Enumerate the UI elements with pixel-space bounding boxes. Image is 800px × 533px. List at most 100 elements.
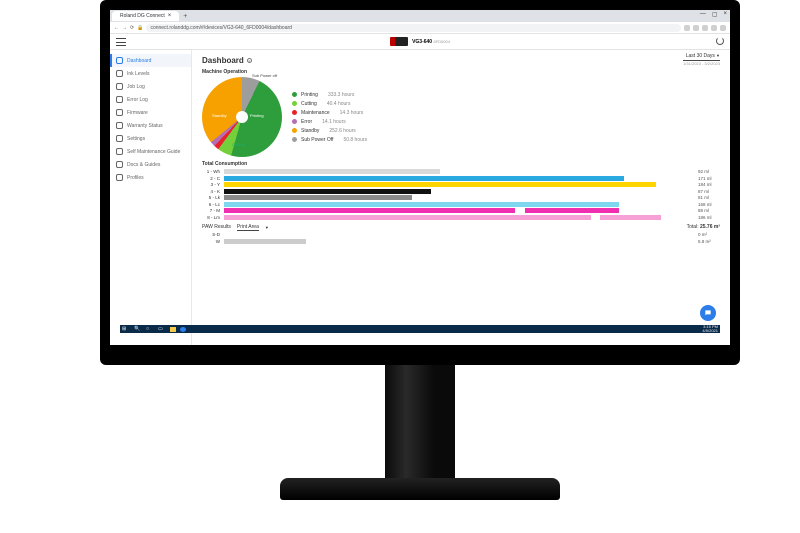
reload-icon[interactable]: ⟳ xyxy=(130,25,134,31)
device-serial: 6FD0004 xyxy=(433,39,449,44)
new-tab-button[interactable]: + xyxy=(183,13,187,20)
legend-item: Cutting40.4 hours xyxy=(292,101,367,107)
sidebar-item-label: Settings xyxy=(127,136,145,142)
main-content: Dashboard ? Last 30 Days 1/31/2023 - 3/2… xyxy=(192,50,730,345)
sidebar-item-dashboard[interactable]: Dashboard xyxy=(110,54,191,67)
bar-value: 168 ml xyxy=(698,202,720,207)
minimize-icon[interactable]: — xyxy=(700,11,706,18)
paw-rows: S-D0 m²W5.8 m² xyxy=(202,232,720,244)
bar-track xyxy=(224,182,694,187)
sidebar-item-settings[interactable]: Settings xyxy=(110,132,191,145)
legend-item: Sub Power Off50.8 hours xyxy=(292,137,367,143)
chevron-down-icon[interactable]: ▼ xyxy=(265,225,269,230)
sidebar-item-firmware[interactable]: Firmware xyxy=(110,106,191,119)
bar-track xyxy=(224,215,694,220)
paw-value: 5.8 m² xyxy=(698,239,720,244)
close-icon[interactable]: × xyxy=(168,13,172,19)
legend-dot xyxy=(292,101,297,106)
taskview-icon[interactable]: ▭ xyxy=(158,326,166,332)
pie-label-suboff: Sub Power off xyxy=(252,73,277,78)
search-icon[interactable]: 🔍 xyxy=(134,326,142,332)
bar-label: 5 - Lk xyxy=(202,195,220,200)
start-icon[interactable]: ⊞ xyxy=(122,326,130,332)
paw-total: Total: 25.76 m² xyxy=(687,224,720,230)
extension-icon[interactable] xyxy=(711,25,717,31)
extension-icon[interactable] xyxy=(684,25,690,31)
paw-label: S-D xyxy=(202,232,220,237)
sidebar-item-label: Ink Levels xyxy=(127,71,150,77)
menu-icon[interactable] xyxy=(116,38,126,46)
info-icon[interactable]: ? xyxy=(247,58,252,63)
back-icon[interactable]: ← xyxy=(114,25,119,31)
paw-fill xyxy=(224,239,306,244)
sidebar-item-ink-levels[interactable]: Ink Levels xyxy=(110,67,191,80)
monitor-stand-base xyxy=(280,478,560,500)
sidebar-item-warranty-status[interactable]: Warranty Status xyxy=(110,119,191,132)
bar-label: 8 - Lm xyxy=(202,215,220,220)
menu-dots-icon[interactable] xyxy=(720,25,726,31)
maximize-icon[interactable]: ▢ xyxy=(712,11,718,18)
bar-track xyxy=(224,208,694,213)
paw-selector[interactable]: Print Area xyxy=(237,224,259,231)
sidebar-item-error-log[interactable]: Error Log xyxy=(110,93,191,106)
forward-icon[interactable]: → xyxy=(122,25,127,31)
bar-value: 88 ml xyxy=(698,208,720,213)
paw-section: PAW Results Print Area ▼ Total: 25.76 m²… xyxy=(202,224,720,244)
ink-icon xyxy=(116,70,123,77)
windows-taskbar[interactable]: ⊞ 🔍 ○ ▭ 3:15 PM 4/5/2021 xyxy=(120,325,720,333)
period-range: 1/31/2023 - 3/2/2023 xyxy=(683,61,720,66)
legend-dot xyxy=(292,110,297,115)
consumption-bars: 1 - Wh92 ml2 - C171 ml3 - Y184 ml4 - K87… xyxy=(202,169,720,220)
paw-title: PAW Results xyxy=(202,224,231,230)
url-field[interactable]: connect.rolanddg.com/#/devices/VG3-640_6… xyxy=(146,24,681,32)
paw-value: 0 m² xyxy=(698,232,720,237)
paw-track xyxy=(224,239,694,244)
consumption-bar: 8 - Lm186 ml xyxy=(202,215,720,220)
machine-operation-row: Printing Standby Cutting Sub Power off P… xyxy=(202,77,720,157)
bar-value: 171 ml xyxy=(698,176,720,181)
device-header[interactable]: VG3-640 6FD0004 xyxy=(390,37,450,46)
bar-track xyxy=(224,202,694,207)
bar-track xyxy=(224,169,694,174)
browser-tab[interactable]: Roland DG Connect × xyxy=(112,11,179,21)
consumption-bar: 2 - C171 ml xyxy=(202,176,720,181)
screen: Roland DG Connect × + — ▢ × ← → ⟳ 🔒 conn… xyxy=(110,10,730,345)
address-bar: ← → ⟳ 🔒 connect.rolanddg.com/#/devices/V… xyxy=(110,22,730,34)
extension-icon[interactable] xyxy=(702,25,708,31)
bar-fill xyxy=(224,169,440,174)
sidebar-item-docs-guides[interactable]: Docs & Guides xyxy=(110,158,191,171)
close-window-icon[interactable]: × xyxy=(723,11,727,18)
bar-label: 1 - Wh xyxy=(202,169,220,174)
refresh-icon[interactable] xyxy=(716,37,724,45)
extension-icons xyxy=(684,25,726,31)
consumption-bar: 4 - K87 ml xyxy=(202,189,720,194)
period-dropdown[interactable]: Last 30 Days xyxy=(683,53,720,61)
bar-track xyxy=(224,195,694,200)
consumption-bar: 7 - M88 ml xyxy=(202,208,720,213)
monitor: Roland DG Connect × + — ▢ × ← → ⟳ 🔒 conn… xyxy=(100,0,740,500)
paw-row: S-D 0 m² xyxy=(202,232,720,237)
bar-fill xyxy=(224,182,656,187)
sidebar-item-job-log[interactable]: Job Log xyxy=(110,80,191,93)
extension-icon[interactable] xyxy=(693,25,699,31)
legend-dot xyxy=(292,92,297,97)
paw-track xyxy=(224,232,694,237)
machine-operation-title: Machine Operation xyxy=(202,69,720,75)
chat-button[interactable] xyxy=(700,305,716,321)
bar-value: 92 ml xyxy=(698,169,720,174)
sidebar-item-label: Dashboard xyxy=(127,58,151,64)
taskbar-clock[interactable]: 3:15 PM 4/5/2021 xyxy=(702,325,718,333)
sidebar-item-label: Warranty Status xyxy=(127,123,163,129)
bar-label: 3 - Y xyxy=(202,182,220,187)
dashboard-icon xyxy=(116,57,123,64)
sidebar-item-self-maintenance[interactable]: Self Maintenance Guide xyxy=(110,145,191,158)
sidebar-item-profiles[interactable]: Profiles xyxy=(110,171,191,184)
edge-icon[interactable] xyxy=(180,327,186,332)
cortana-icon[interactable]: ○ xyxy=(146,326,154,332)
pie-label-printing: Printing xyxy=(250,113,264,118)
bar-fill xyxy=(224,208,515,213)
clock-icon xyxy=(116,83,123,90)
device-name: VG3-640 xyxy=(412,39,432,45)
explorer-icon[interactable] xyxy=(170,327,176,332)
sidebar-item-label: Docs & Guides xyxy=(127,162,160,168)
